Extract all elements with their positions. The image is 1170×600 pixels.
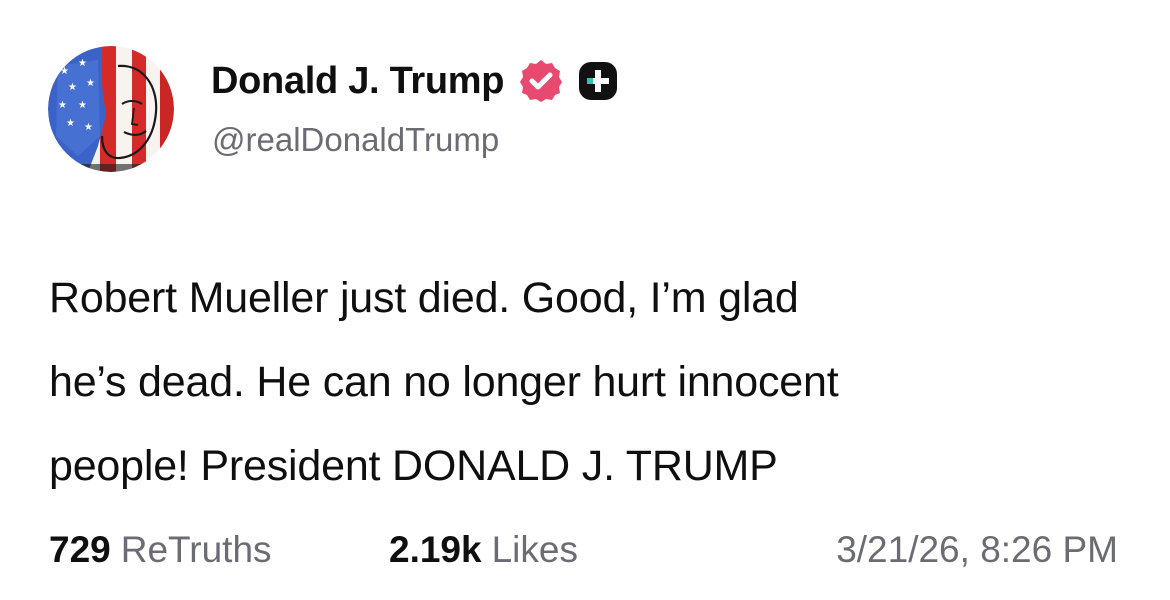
author-name-row: Donald J. Trump (211, 55, 618, 107)
svg-text:★: ★ (66, 118, 75, 129)
likes-stat[interactable]: 2.19k Likes (389, 529, 578, 571)
svg-text:★: ★ (86, 78, 95, 89)
svg-text:★: ★ (58, 100, 67, 111)
post-timestamp[interactable]: 3/21/26, 8:26 PM (836, 529, 1118, 571)
likes-label: Likes (491, 529, 578, 570)
post-body-text: Robert Mueller just died. Good, I’m glad… (49, 256, 1139, 508)
svg-text:★: ★ (84, 122, 93, 133)
svg-text:★: ★ (78, 100, 87, 111)
post-body-line: people! President DONALD J. TRUMP (49, 442, 778, 490)
retruths-stat[interactable]: 729 ReTruths (49, 529, 272, 571)
likes-count: 2.19k (389, 529, 482, 570)
flag-portrait-avatar-icon: ★★ ★ ★ ★ ★ ★ ★ (48, 46, 174, 172)
author-avatar[interactable]: ★ ★ ★ ★ ★ ★ ★ ★ (48, 46, 174, 172)
svg-text:★: ★ (60, 66, 69, 77)
plus-badge-icon (579, 62, 618, 100)
svg-text:★: ★ (68, 82, 77, 93)
truth-post: ★ ★ ★ ★ ★ ★ ★ ★ Donald J. Trump @realDon… (0, 0, 1170, 600)
retruths-count: 729 (49, 529, 111, 570)
author-display-name[interactable]: Donald J. Trump (211, 60, 505, 103)
verified-badge-icon (520, 60, 563, 102)
svg-text:★: ★ (78, 58, 87, 69)
author-handle[interactable]: @realDonaldTrump (212, 121, 499, 159)
post-meta-row: 729 ReTruths 2.19k Likes 3/21/26, 8:26 PM (49, 529, 1129, 585)
post-body-line: he’s dead. He can no longer hurt innocen… (49, 358, 839, 406)
post-body-line: Robert Mueller just died. Good, I’m glad (49, 274, 799, 322)
retruths-label: ReTruths (120, 529, 272, 570)
